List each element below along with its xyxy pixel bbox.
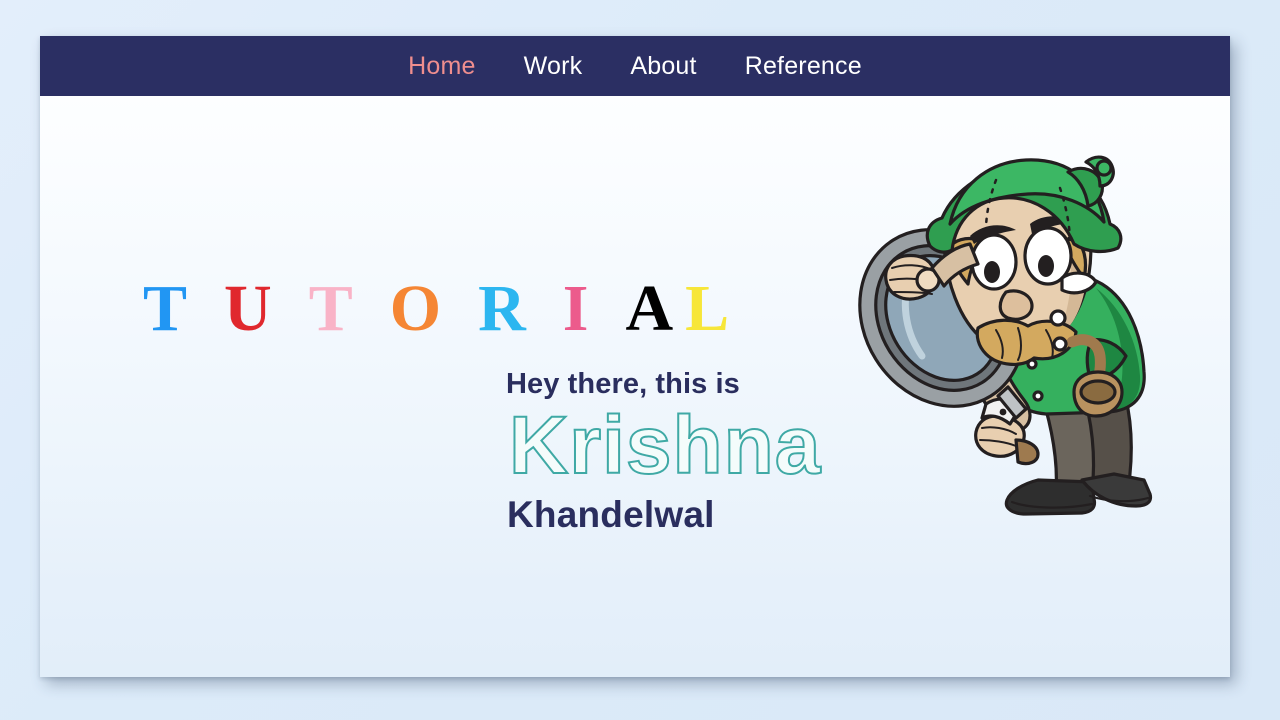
detective-pupil-right [1038, 255, 1054, 277]
magnifier-lens-highlight [901, 278, 926, 360]
hero-first-name: Krishna [508, 400, 822, 492]
detective-coat-button-2 [1052, 336, 1068, 352]
detective-shoe-sole-line-right [1088, 494, 1150, 503]
detective-hat-stitching-2 [984, 178, 998, 232]
detective-nose [998, 289, 1034, 321]
detective-cuff [980, 397, 1022, 426]
detective-hair-left [948, 236, 984, 286]
detective-coat-shadow [1096, 288, 1141, 410]
magnifier-rim [858, 228, 1026, 408]
page-title-tutorial: TUTORIAL [143, 276, 729, 342]
detective-hat-bow [1084, 155, 1115, 188]
detective-cuff-button [999, 408, 1007, 416]
nav-item-about[interactable]: About [624, 53, 702, 79]
pipe-bowl-opening [1079, 379, 1117, 405]
detective-eyebrow-right [1030, 216, 1074, 234]
hero-text-block: Hey there, this is Krishna Khandelwal [506, 368, 821, 537]
detective-moustache-line-2 [1017, 327, 1022, 361]
detective-eye-right [1023, 226, 1073, 286]
pipe-bowl [1072, 370, 1124, 418]
detective-hand-lower-knuckles [981, 426, 1017, 435]
detective-face-shadow [1056, 202, 1087, 338]
detective-leg-back [1076, 382, 1133, 492]
detective-pupil-left [984, 261, 1000, 283]
pipe-stem [1066, 334, 1106, 408]
detective-hand-upper-knuckle-1 [891, 264, 933, 271]
detective-hat-brim [925, 162, 1123, 254]
nav-item-work[interactable]: Work [518, 53, 589, 79]
detective-eyebrow-left [970, 225, 1016, 244]
hero-last-name: Khandelwal [507, 493, 715, 535]
screenshot-stage: Home Work About Reference TUTORIAL Hey t… [0, 0, 1280, 720]
title-letter-5: R [478, 272, 526, 346]
title-letter-1: T [143, 272, 188, 346]
detective-leg-front [1040, 388, 1096, 494]
detective-hand-upper [884, 253, 937, 301]
detective-shoe-left [1004, 478, 1097, 516]
detective-coat-button-1 [1049, 309, 1067, 327]
title-letter-7: A [625, 272, 674, 346]
detective-hand-upper-knuckle-2 [889, 277, 933, 283]
detective-shoe-right [1080, 472, 1153, 508]
detective-eye-left [970, 233, 1018, 291]
magnifier-handle [996, 385, 1028, 420]
detective-hair-right [1062, 234, 1088, 280]
detective-coat-button-4 [1032, 390, 1044, 402]
detective-arm-upper [930, 242, 980, 288]
detective-hand-upper-knuckle-3 [893, 291, 933, 295]
detective-hand-lower-thumb [1014, 438, 1040, 466]
detective-hand-upper-thumb [915, 267, 941, 293]
detective-coat-fur-trim [1060, 271, 1098, 295]
detective-illustration [846, 128, 1166, 516]
detective-arm-left [962, 340, 1032, 433]
title-letter-6: I [562, 272, 589, 346]
detective-moustache [975, 318, 1078, 366]
detective-coat [996, 268, 1146, 416]
detective-hat-earflap [1066, 166, 1104, 208]
title-letter-3: T [308, 272, 353, 346]
detective-collar [959, 313, 1039, 363]
title-letter-8: L [685, 272, 730, 346]
nav-item-reference[interactable]: Reference [739, 53, 868, 79]
detective-hand-lower [974, 414, 1026, 458]
title-letter-2: U [224, 272, 272, 346]
top-navigation-bar: Home Work About Reference [40, 36, 1230, 96]
detective-moustache-line-3 [1045, 329, 1054, 359]
detective-hand-lower-fingers [979, 439, 1017, 447]
detective-coat-button-3 [1026, 358, 1038, 370]
page-panel: Home Work About Reference TUTORIAL Hey t… [40, 36, 1230, 677]
magnifier-inner-rim [874, 244, 1010, 392]
hero-greeting: Hey there, this is [506, 368, 740, 400]
detective-hat-stitching [1058, 186, 1072, 244]
title-letter-4: O [389, 272, 442, 346]
detective-face [942, 180, 1093, 353]
detective-shoe-sole-line-left [1010, 500, 1094, 509]
magnifying-glass [858, 228, 1028, 420]
magnifier-lens [884, 254, 1000, 382]
detective-hat-crown [948, 158, 1106, 226]
nav-item-home[interactable]: Home [402, 53, 482, 79]
detective-hat-button [1095, 159, 1113, 177]
detective-moustache-line-1 [995, 329, 1004, 359]
detective-coat-pocket [1085, 338, 1128, 380]
